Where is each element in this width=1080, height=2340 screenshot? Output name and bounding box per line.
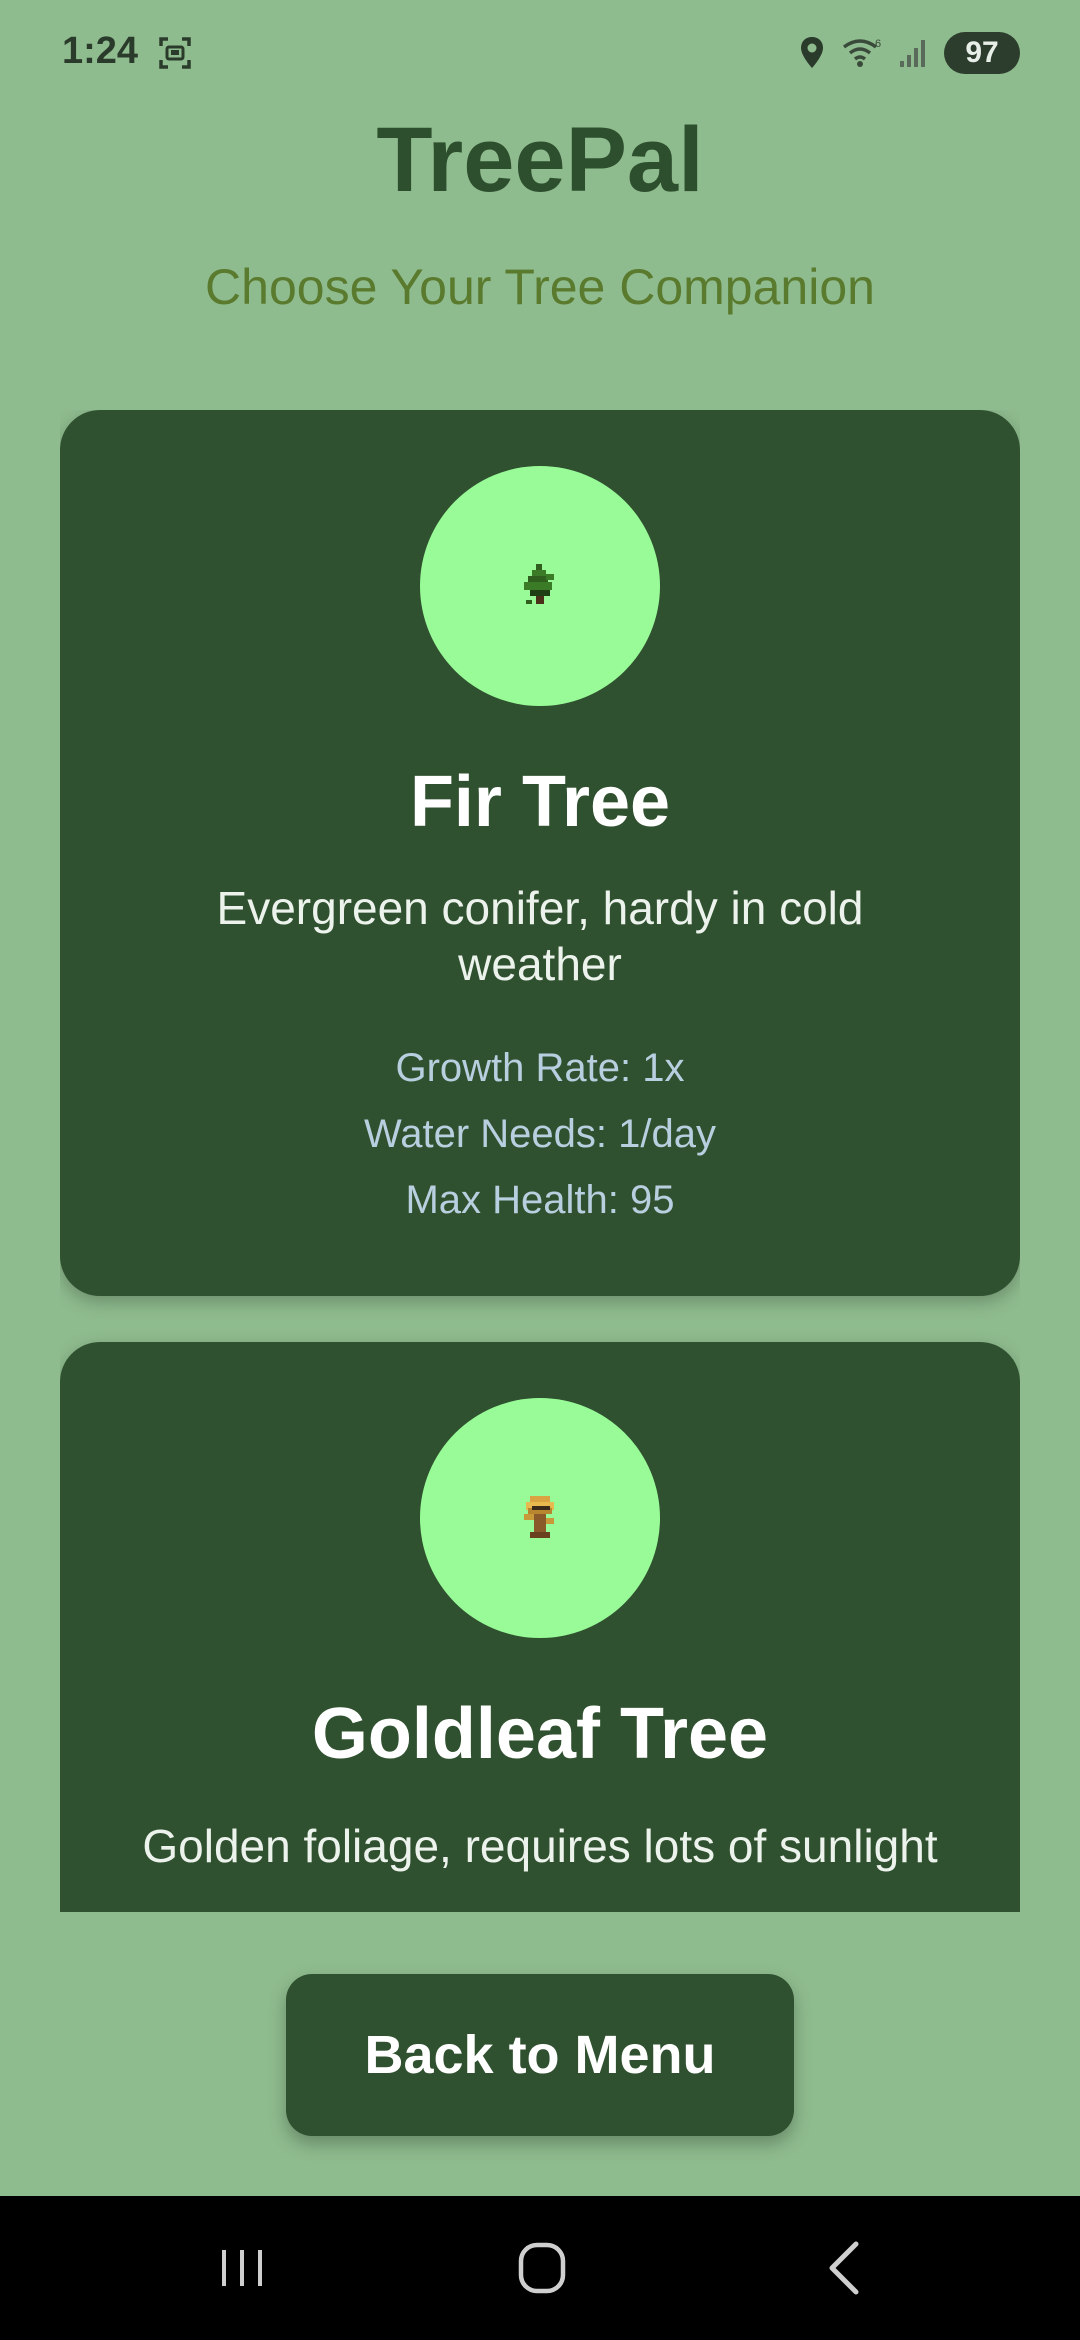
status-icons: 6 97	[798, 30, 1020, 76]
page-subtitle: Choose Your Tree Companion	[205, 259, 875, 315]
wifi-icon: 6	[842, 38, 881, 67]
tree-list[interactable]: Fir Tree Evergreen conifer, hardy in col…	[60, 410, 1020, 1912]
tree-description: Evergreen conifer, hardy in cold weather	[216, 882, 864, 990]
back-icon[interactable]	[806, 2232, 886, 2304]
screenshot-icon	[159, 37, 191, 69]
back-to-menu-button[interactable]: Back to Menu	[286, 1974, 794, 2136]
fir-tree-sprite-icon	[524, 564, 554, 604]
growth-rate-stat: Growth Rate: 1x	[395, 1046, 685, 1090]
location-icon	[801, 37, 823, 68]
app-title: TreePal	[376, 109, 704, 211]
signal-icon	[900, 40, 925, 67]
home-icon[interactable]	[502, 2232, 582, 2304]
max-health-stat: Max Health: 95	[405, 1178, 675, 1222]
goldleaf-tree-sprite-icon	[524, 1496, 554, 1538]
tree-card-goldleaf[interactable]: Goldleaf Tree Golden foliage, requires l…	[60, 1342, 1020, 1912]
status-time: 1:24	[62, 30, 139, 72]
tree-card-fir[interactable]: Fir Tree Evergreen conifer, hardy in col…	[60, 410, 1020, 1296]
tree-name: Goldleaf Tree	[311, 1694, 769, 1774]
tree-name: Fir Tree	[409, 762, 671, 842]
tree-avatar	[420, 466, 660, 706]
svg-text:6: 6	[875, 38, 881, 50]
system-nav-bar	[0, 2196, 1080, 2340]
recents-icon[interactable]	[202, 2232, 282, 2304]
status-bar: 1:24 6 97	[0, 0, 1080, 105]
tree-avatar	[420, 1398, 660, 1638]
water-needs-stat: Water Needs: 1/day	[363, 1112, 716, 1156]
battery-indicator: 97	[944, 32, 1020, 74]
tree-description: Golden foliage, requires lots of sunligh…	[142, 1820, 938, 1872]
